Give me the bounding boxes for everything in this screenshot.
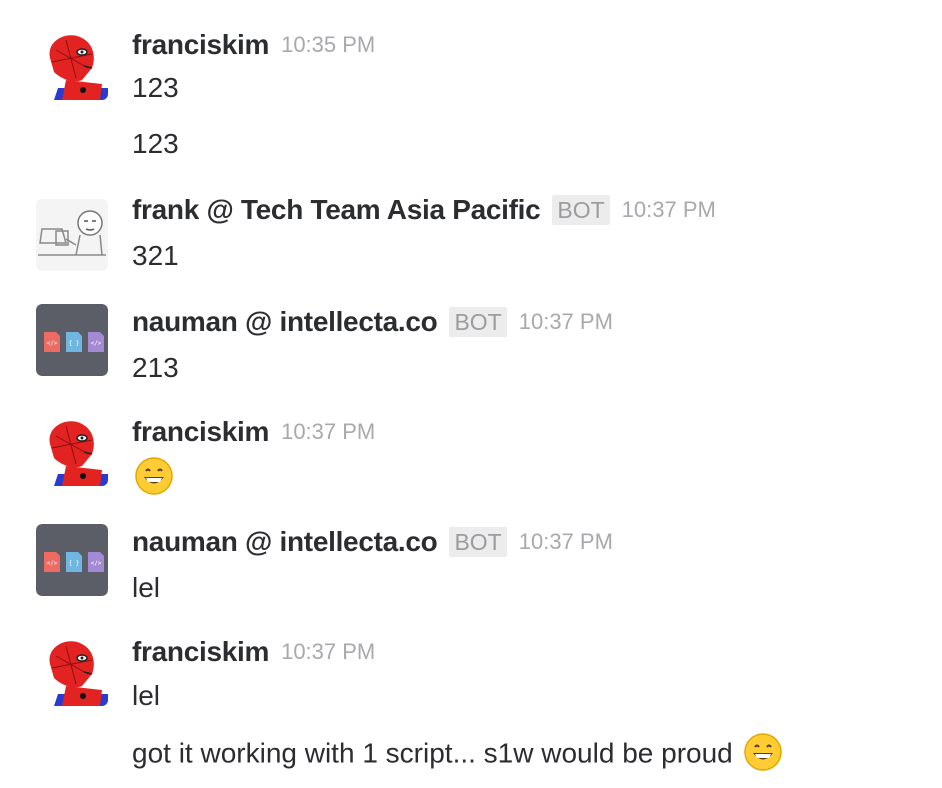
message-timestamp[interactable]: 10:35 PM	[281, 32, 375, 58]
message-text: 123	[132, 128, 179, 159]
message-text: lel	[132, 680, 161, 711]
sender-name[interactable]: franciskim	[132, 416, 269, 448]
svg-text:{ }: { }	[69, 560, 80, 567]
bot-badge: BOT	[449, 307, 507, 337]
bot-badge: BOT	[449, 527, 507, 557]
message-timestamp[interactable]: 10:37 PM	[281, 639, 375, 665]
spiderman-avatar-icon[interactable]	[36, 634, 108, 706]
code-files-avatar-icon[interactable]: </> { } </>	[36, 304, 108, 376]
message-timestamp[interactable]: 10:37 PM	[519, 309, 613, 335]
sender-name[interactable]: nauman @ intellecta.co	[132, 306, 438, 338]
message-text: 213	[132, 352, 179, 383]
message-timestamp[interactable]: 10:37 PM	[281, 419, 375, 445]
message-text: 321	[132, 240, 179, 271]
svg-text:</>: </>	[91, 340, 102, 347]
sender-name[interactable]: frank @ Tech Team Asia Pacific	[132, 194, 541, 226]
sender-name[interactable]: franciskim	[132, 636, 269, 668]
svg-text:</>: </>	[47, 340, 58, 347]
code-files-avatar-icon[interactable]: </> { } </>	[36, 524, 108, 596]
message-text: lel	[132, 572, 161, 603]
spiderman-avatar-icon[interactable]	[36, 28, 108, 100]
message-timestamp[interactable]: 10:37 PM	[622, 197, 716, 223]
message-text: 123	[132, 72, 179, 103]
bot-badge: BOT	[552, 195, 610, 225]
message-text: got it working with 1 script... s1w woul…	[132, 732, 783, 775]
svg-text:{ }: { }	[69, 340, 80, 347]
grinning-face-emoji-icon	[743, 732, 783, 772]
sender-name[interactable]: franciskim	[132, 29, 269, 61]
message-text-content: got it working with 1 script... s1w woul…	[132, 737, 733, 769]
sender-name[interactable]: nauman @ intellecta.co	[132, 526, 438, 558]
meme-sketch-avatar-icon[interactable]	[36, 199, 108, 271]
svg-text:</>: </>	[47, 560, 58, 567]
svg-text:</>: </>	[91, 560, 102, 567]
spiderman-avatar-icon[interactable]	[36, 414, 108, 486]
message-timestamp[interactable]: 10:37 PM	[519, 529, 613, 555]
grinning-face-emoji-icon	[134, 456, 174, 496]
